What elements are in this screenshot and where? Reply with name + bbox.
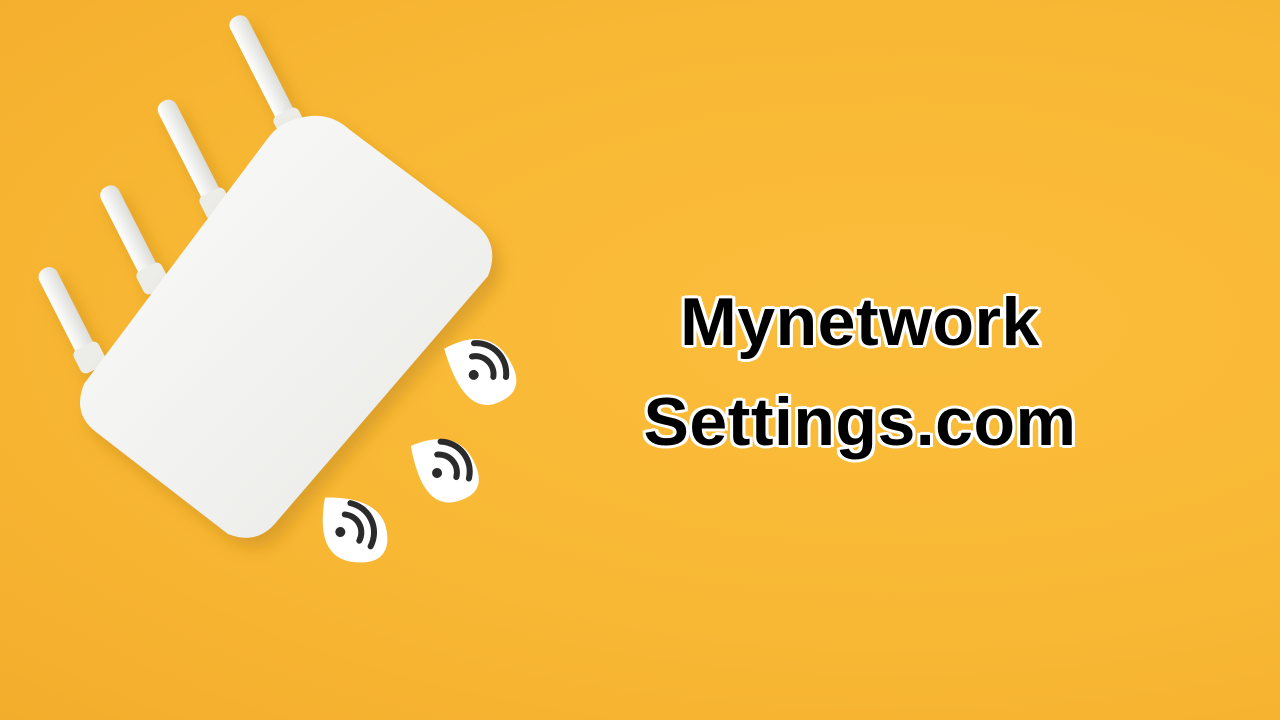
site-title-line-1: Mynetwork <box>680 284 1040 360</box>
wifi-signal-icon <box>322 497 388 563</box>
site-title-line-2: Settings.com <box>643 384 1077 460</box>
wifi-signal-icon <box>410 438 479 503</box>
wifi-signal-icon <box>444 339 517 406</box>
site-title: Mynetwork Settings.com <box>560 272 1160 472</box>
banner-background: Mynetwork Settings.com <box>0 0 1280 720</box>
